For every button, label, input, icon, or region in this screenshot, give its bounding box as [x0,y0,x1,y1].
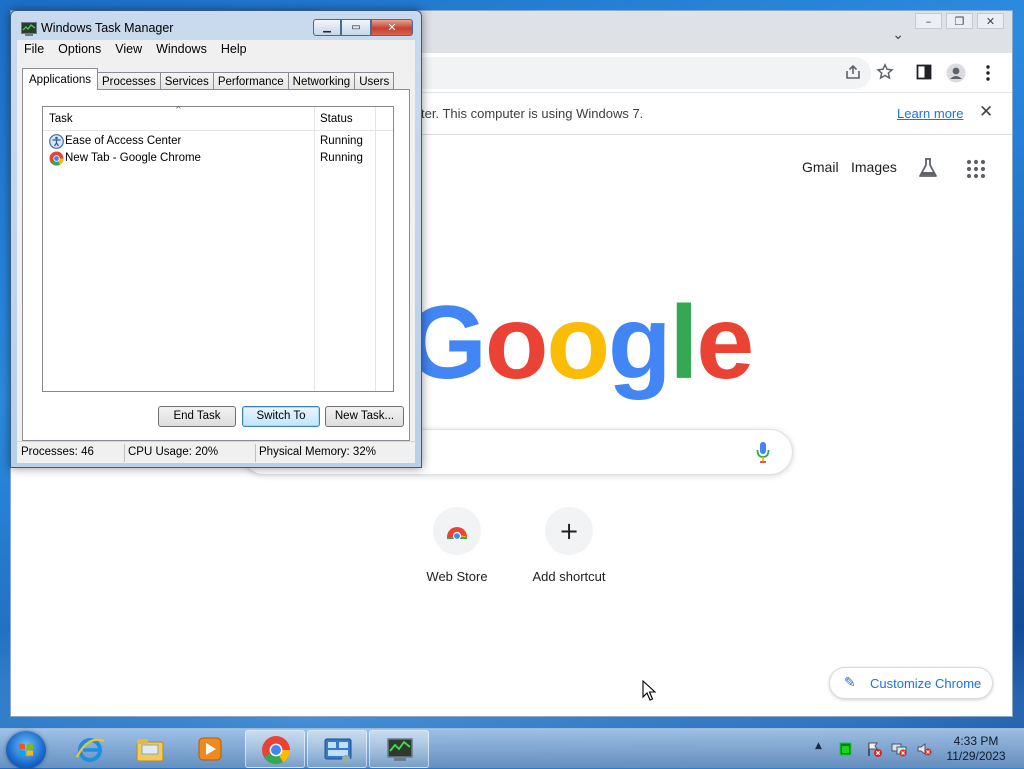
action-center-flag-icon[interactable] [866,741,882,757]
status-divider [255,444,256,462]
gmail-link[interactable]: Gmail [802,159,839,175]
chrome-close-button[interactable]: ✕ [977,13,1004,29]
menu-bar: File Options View Windows Help [17,40,415,60]
volume-muted-icon[interactable] [916,741,932,757]
internet-explorer-icon [76,738,105,762]
share-icon[interactable] [843,63,863,83]
star-icon[interactable] [875,63,895,83]
column-task[interactable]: Task [49,113,73,125]
clock-time: 4:33 PM [953,734,999,748]
show-hidden-icons-arrow[interactable]: ▲ [815,741,822,751]
images-link[interactable]: Images [851,159,897,175]
taskbar: ▲ 4:33 PM 11/29/2023 [0,728,1024,769]
status-divider [124,444,125,462]
chrome-restore-button[interactable]: ❐ [946,13,973,29]
taskbar-internet-explorer[interactable] [60,730,120,768]
maximize-button[interactable]: ▭ [341,19,371,36]
google-logo: Google [406,285,754,401]
taskbar-task-manager[interactable] [369,730,429,768]
tab-applications[interactable]: Applications [22,68,99,90]
tab-processes[interactable]: Processes [97,72,161,90]
logo-letter: l [669,285,699,401]
shortcut-add[interactable]: + Add shortcut [514,507,624,584]
customize-chrome-button[interactable]: ✎ Customize Chrome [829,667,993,699]
tab-services[interactable]: Services [159,72,214,90]
chrome-icon [49,151,64,166]
logo-letter: o [484,285,549,401]
menu-file[interactable]: File [17,40,51,60]
applications-panel: ^ Task Status Ease of Access Center Runn… [22,89,410,441]
mouse-cursor-icon [642,679,657,702]
infobar-close-icon[interactable]: ✕ [979,102,993,122]
taskbar-media-player[interactable] [180,730,240,768]
status-bar: Processes: 46 CPU Usage: 20% Physical Me… [17,441,415,463]
customize-chrome-label: Customize Chrome [870,676,982,691]
logo-letter: g [607,285,672,401]
side-panel-icon[interactable] [914,63,934,83]
explorer-icon [136,739,164,762]
processes-count: Processes: 46 [21,446,94,458]
task-manager-window: Windows Task Manager ▁ ▭ ✕ File Options … [10,10,422,468]
plus-icon: + [545,507,593,555]
taskbar-windows-explorer[interactable] [120,730,180,768]
task-status: Running [320,135,363,147]
shortcut-web-store[interactable]: Web Store [402,507,512,584]
tab-networking[interactable]: Networking [287,72,356,90]
task-list[interactable]: ^ Task Status Ease of Access Center Runn… [42,105,394,392]
shortcut-label: Add shortcut [532,569,606,584]
tab-strip: Applications Processes Services Performa… [22,68,395,90]
profile-icon[interactable] [946,63,966,83]
tab-users[interactable]: Users [354,72,395,90]
menu-options[interactable]: Options [51,40,108,60]
task-manager-app-icon [21,21,37,36]
shortcut-label: Web Store [426,569,488,584]
tab-search-chevron-icon[interactable]: ⌄ [892,27,904,43]
list-item[interactable]: New Tab - Google Chrome Running [43,150,393,167]
new-task-button[interactable]: New Task... [325,406,404,427]
infobar-message: ter. This computer is using Windows 7. [421,106,644,121]
network-icon[interactable] [891,741,907,757]
menu-help[interactable]: Help [214,40,254,60]
taskbar-control-panel[interactable] [307,730,367,768]
system-clock[interactable]: 4:33 PM 11/29/2023 [936,734,1016,764]
window-title: Windows Task Manager [41,21,174,35]
chrome-icon [262,736,290,764]
menu-icon[interactable] [978,63,998,83]
minimize-button[interactable]: ▁ [313,19,341,36]
tab-performance[interactable]: Performance [212,72,289,90]
cpu-usage: CPU Usage: 20% [128,446,219,458]
task-manager-body: Applications Processes Services Performa… [17,60,415,447]
chrome-minimize-button[interactable]: – [915,13,942,29]
sort-ascending-icon: ^ [175,105,182,114]
list-header: ^ Task Status [43,105,393,131]
tray-task-manager-icon[interactable] [838,741,854,757]
logo-letter: o [546,285,610,401]
microphone-icon[interactable] [756,441,770,463]
control-panel-icon [324,738,352,763]
task-name: Ease of Access Center [65,135,182,147]
clock-date: 11/29/2023 [946,749,1006,763]
task-name: New Tab - Google Chrome [65,152,201,164]
learn-more-link[interactable]: Learn more [897,106,963,121]
close-button[interactable]: ✕ [371,19,413,36]
task-status: Running [320,152,363,164]
switch-to-button[interactable]: Switch To [242,406,320,427]
menu-windows[interactable]: Windows [149,40,214,60]
end-task-button[interactable]: End Task [158,406,236,427]
taskbar-chrome[interactable] [245,730,305,768]
column-status[interactable]: Status [320,113,353,125]
task-manager-icon [387,738,413,761]
menu-view[interactable]: View [108,40,149,60]
labs-flask-icon[interactable] [917,157,939,179]
list-item[interactable]: Ease of Access Center Running [43,133,393,150]
google-apps-icon[interactable] [966,159,986,179]
media-player-icon [198,737,222,761]
ease-of-access-icon [49,134,64,149]
pencil-icon: ✎ [844,675,856,691]
physical-memory: Physical Memory: 32% [259,446,376,458]
logo-letter: e [696,285,754,401]
windows-logo-icon [19,743,33,757]
start-button[interactable] [6,731,46,769]
web-store-icon [433,507,481,555]
